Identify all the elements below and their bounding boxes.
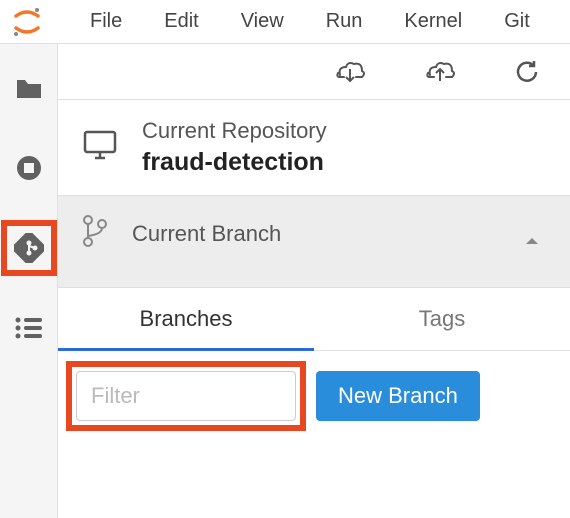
menu-edit[interactable]: Edit xyxy=(144,2,218,41)
collapse-caret-icon[interactable] xyxy=(524,233,540,251)
current-repository-name: fraud-detection xyxy=(142,148,327,177)
current-branch-label: Current Branch xyxy=(132,221,281,247)
left-sidebar-rail xyxy=(0,44,58,518)
repo-text-block: Current Repository fraud-detection xyxy=(142,118,327,177)
menu-kernel[interactable]: Kernel xyxy=(384,2,482,41)
branch-icon xyxy=(82,214,108,253)
refresh-icon[interactable] xyxy=(514,59,540,85)
monitor-icon xyxy=(82,129,118,166)
branch-tabs: Branches Tags xyxy=(58,288,570,351)
current-branch-section[interactable]: Current Branch xyxy=(58,196,570,288)
menu-git[interactable]: Git xyxy=(484,2,550,41)
git-panel: Current Repository fraud-detection Curre… xyxy=(58,44,570,518)
menu-view[interactable]: View xyxy=(221,2,304,41)
current-repository-section[interactable]: Current Repository fraud-detection xyxy=(58,100,570,196)
top-menu-bar: File Edit View Run Kernel Git xyxy=(0,0,570,44)
branch-filter-row: New Branch xyxy=(58,351,570,441)
table-of-contents-icon[interactable] xyxy=(13,312,45,344)
git-extension-icon[interactable] xyxy=(13,232,45,264)
git-toolbar xyxy=(58,44,570,100)
menu-file[interactable]: File xyxy=(70,2,142,41)
main-layout: Current Repository fraud-detection Curre… xyxy=(0,44,570,518)
jupyter-logo xyxy=(8,3,46,41)
file-browser-icon[interactable] xyxy=(13,72,45,104)
menu-run[interactable]: Run xyxy=(306,2,383,41)
running-terminals-icon[interactable] xyxy=(13,152,45,184)
current-repository-label: Current Repository xyxy=(142,118,327,144)
tab-branches[interactable]: Branches xyxy=(58,288,314,350)
push-icon[interactable] xyxy=(424,59,456,85)
pull-icon[interactable] xyxy=(334,59,366,85)
new-branch-button[interactable]: New Branch xyxy=(316,371,480,421)
branch-filter-input[interactable] xyxy=(76,371,296,421)
filter-highlight-box xyxy=(76,371,296,421)
tab-tags[interactable]: Tags xyxy=(314,288,570,350)
